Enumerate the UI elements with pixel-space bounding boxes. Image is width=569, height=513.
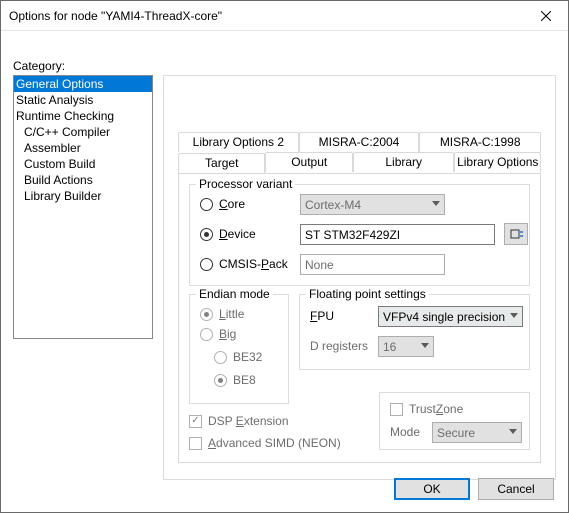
ok-button[interactable]: OK [394,478,470,500]
legend-processor-variant: Processor variant [196,177,295,191]
tab-page-target: Processor variant Core Cortex-M4 Device [178,173,541,463]
category-item[interactable]: C/C++ Compiler [14,124,152,140]
category-item[interactable]: General Options [14,76,152,92]
category-label: Category: [13,59,65,73]
tab-row-lower: Target Output Library Configuration Libr… [178,152,541,173]
titlebar: Options for node "YAMI4-ThreadX-core" [1,1,568,31]
close-icon [541,11,551,21]
tab-control: Library Options 2 MISRA-C:2004 MISRA-C:1… [178,132,541,463]
row-core: Core [200,197,245,211]
label-fpu: FPU [310,309,334,323]
row-dsp: ✓ DSP Extension [189,414,289,428]
row-endian-big: Big [200,327,236,341]
cancel-button[interactable]: Cancel [478,478,554,500]
tab-misrac-2004[interactable]: MISRA-C:2004 [299,132,420,152]
tab-target[interactable]: Target [178,153,265,174]
textbox-cmsis-value: None [305,258,334,272]
combo-mode-value: Secure [437,426,475,440]
radio-be8 [214,374,227,387]
tab-library-options-2[interactable]: Library Options 2 [178,132,299,152]
radio-cmsis-pack[interactable] [200,258,213,271]
radio-little [200,308,213,321]
row-dreg: D registers [310,339,368,353]
combo-mode: Secure [432,422,522,443]
group-trustzone: ✓ TrustZone Mode Secure [379,392,530,450]
combo-dreg: 16 [378,336,434,357]
label-dreg: D registers [310,339,368,353]
checkbox-simd: ✓ [189,437,202,450]
chevron-down-icon [509,429,517,434]
tab-library-configuration[interactable]: Library Configuration [353,152,455,172]
textbox-device-value: ST STM32F429ZI [305,228,400,242]
textbox-cmsis: None [300,254,445,275]
label-trustzone: TrustZone [409,402,463,416]
combo-core: Cortex-M4 [300,194,445,215]
group-processor-variant: Processor variant Core Cortex-M4 Device [189,184,530,286]
radio-core[interactable] [200,198,213,211]
tab-library-options-1[interactable]: Library Options 1 [454,152,541,172]
close-button[interactable] [523,1,568,30]
label-simd: Advanced SIMD (NEON) [208,436,341,450]
label-big: Big [219,327,236,341]
checkbox-trustzone: ✓ [390,403,403,416]
window-title: Options for node "YAMI4-ThreadX-core" [9,9,222,23]
row-simd: ✓ Advanced SIMD (NEON) [189,436,341,450]
label-be8: BE8 [233,373,256,387]
category-list[interactable]: General OptionsStatic AnalysisRuntime Ch… [13,75,153,339]
row-fpu: FPU [310,309,334,323]
radio-device[interactable] [200,228,213,241]
options-panel: Library Options 2 MISRA-C:2004 MISRA-C:1… [163,75,556,480]
row-trustzone: ✓ TrustZone [390,402,463,416]
radio-be32 [214,351,227,364]
row-endian-little: Little [200,307,244,321]
category-item[interactable]: Library Builder [14,188,152,204]
category-item[interactable]: Runtime Checking [14,108,152,124]
label-device: Device [219,227,256,241]
dialog-buttons: OK Cancel [394,478,554,500]
label-little: Little [219,307,244,321]
device-browse-button[interactable] [504,223,528,245]
combo-fpu-value: VFPv4 single precision [383,310,505,324]
chevron-down-icon [421,343,429,348]
textbox-device[interactable]: ST STM32F429ZI [300,224,495,245]
label-core: Core [219,197,245,211]
category-item[interactable]: Build Actions [14,172,152,188]
content-area: Category: General OptionsStatic Analysis… [13,71,556,462]
label-be32: BE32 [233,350,262,364]
row-mode: Mode [390,425,420,439]
tab-misrac-1998[interactable]: MISRA-C:1998 [419,132,541,152]
radio-big [200,328,213,341]
checkbox-dsp: ✓ [189,415,202,428]
category-item[interactable]: Static Analysis [14,92,152,108]
category-item[interactable]: Assembler [14,140,152,156]
group-floating-point: Floating point settings FPU VFPv4 single… [299,294,530,370]
chip-browse-icon [509,228,523,240]
row-be32: BE32 [214,350,262,364]
row-cmsis: CMSIS-Pack [200,257,288,271]
group-endian-mode: Endian mode Little Big BE32 [189,294,289,404]
chevron-down-icon [510,313,518,318]
combo-core-value: Cortex-M4 [305,198,361,212]
chevron-down-icon [432,201,440,206]
tab-row-upper: Library Options 2 MISRA-C:2004 MISRA-C:1… [178,132,541,152]
row-be8: BE8 [214,373,256,387]
label-mode: Mode [390,425,420,439]
category-item[interactable]: Custom Build [14,156,152,172]
legend-float: Floating point settings [306,287,429,301]
combo-dreg-value: 16 [383,340,396,354]
legend-endian: Endian mode [196,287,273,301]
combo-fpu[interactable]: VFPv4 single precision [378,306,523,327]
label-dsp: DSP Extension [208,414,289,428]
label-cmsis-pack: CMSIS-Pack [219,257,288,271]
tab-output[interactable]: Output [265,152,352,172]
row-device: Device [200,227,256,241]
